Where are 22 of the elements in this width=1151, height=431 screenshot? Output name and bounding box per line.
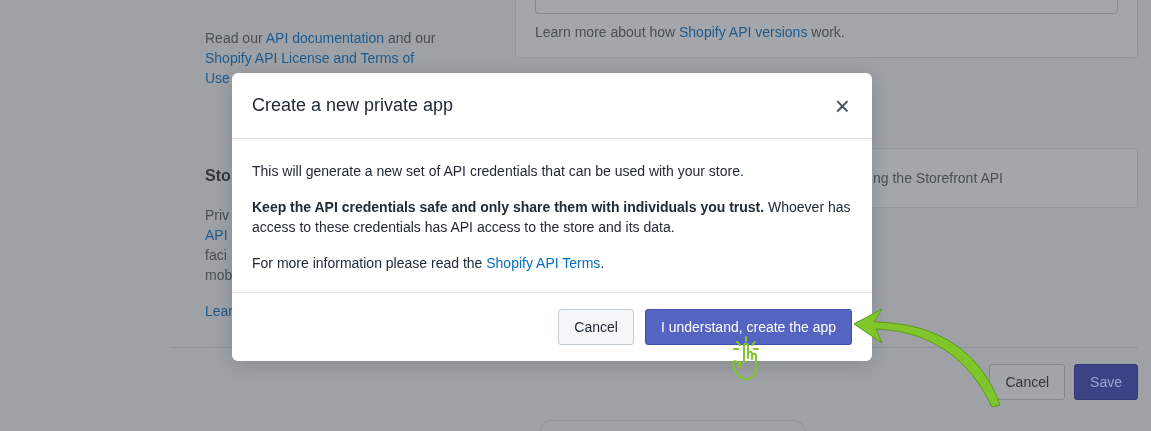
- paragraph: This will generate a new set of API credentials that can be used with your store.: [252, 162, 745, 181]
- help-text: Learn more about how Shopify API versions work.: [535, 23, 846, 42]
- close-button[interactable]: ×: [832, 92, 852, 119]
- save-button[interactable]: Save: [1074, 364, 1138, 400]
- link[interactable]: Shopify API versions: [679, 24, 808, 40]
- paragraph-text: faci: [205, 246, 227, 265]
- cancel-button[interactable]: Cancel: [558, 309, 634, 345]
- paragraph: Keep the API credentials safe and only share them with individuals you trust. Whoever has access to these credentials has API access to the store and its data.: [252, 198, 852, 237]
- paragraph: For more information please read the Shopify API Terms.: [252, 254, 606, 273]
- link[interactable]: API: [205, 225, 228, 245]
- section-heading: Sto: [205, 166, 231, 186]
- create-app-button[interactable]: I understand, create the app: [644, 309, 852, 345]
- cancel-button[interactable]: Cancel: [989, 364, 1066, 400]
- link[interactable]: Shopify API License and Terms of: [205, 48, 415, 68]
- paragraph-text: Read our API documentation and our: [205, 29, 436, 48]
- paragraph-text: mob: [205, 266, 233, 285]
- link[interactable]: API documentation: [265, 30, 384, 46]
- card-text: ng the Storefront API: [873, 170, 1003, 186]
- link[interactable]: Use: [205, 68, 230, 88]
- link[interactable]: Lear: [205, 301, 234, 321]
- modal-title: Create a new private app: [252, 94, 454, 117]
- paragraph-text: Priv: [205, 206, 230, 225]
